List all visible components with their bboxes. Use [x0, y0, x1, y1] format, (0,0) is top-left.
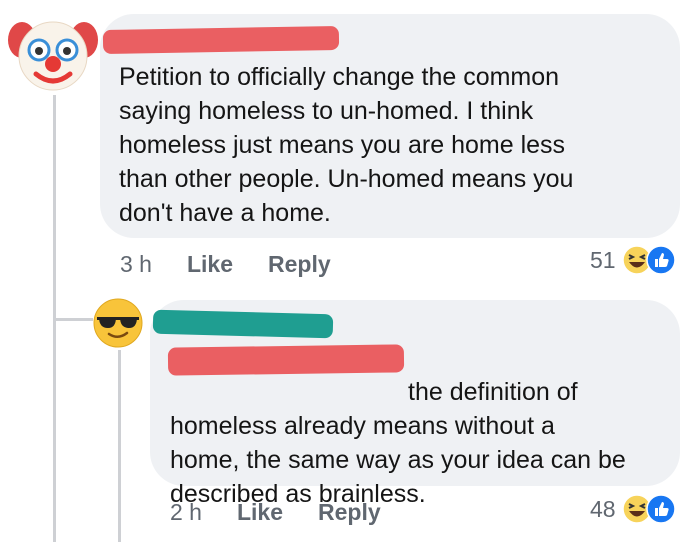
comment-actions-1: 3 h Like Reply: [120, 249, 331, 279]
like-thumb-icon: [645, 494, 676, 524]
comment-text-1: Petition to officially change the common…: [119, 63, 574, 227]
comment-text-2-content: the definition of homeless already means…: [170, 378, 626, 508]
comment-actions-2: 2 h Like Reply: [170, 497, 381, 527]
reply-button-2[interactable]: Reply: [318, 499, 381, 526]
reply-button-1[interactable]: Reply: [268, 251, 331, 278]
reaction-count-1: 51: [590, 246, 616, 273]
clown-face-icon[interactable]: [8, 12, 98, 94]
reactions-1[interactable]: 51: [590, 245, 676, 275]
like-button-2[interactable]: Like: [237, 499, 283, 526]
author-name-redacted-2[interactable]: [152, 309, 334, 339]
thread-line-reply: [118, 350, 121, 542]
like-button-1[interactable]: Like: [187, 251, 233, 278]
thread-line-branch: [53, 318, 93, 321]
reactions-2[interactable]: 48: [590, 494, 676, 524]
like-thumb-icon: [645, 245, 676, 275]
comment-time-2[interactable]: 2 h: [170, 499, 202, 526]
comment-time-1[interactable]: 3 h: [120, 251, 152, 278]
sunglasses-emoji-icon[interactable]: [93, 298, 143, 348]
reaction-count-2: 48: [590, 495, 616, 522]
author-name-redacted-1[interactable]: [102, 25, 340, 55]
